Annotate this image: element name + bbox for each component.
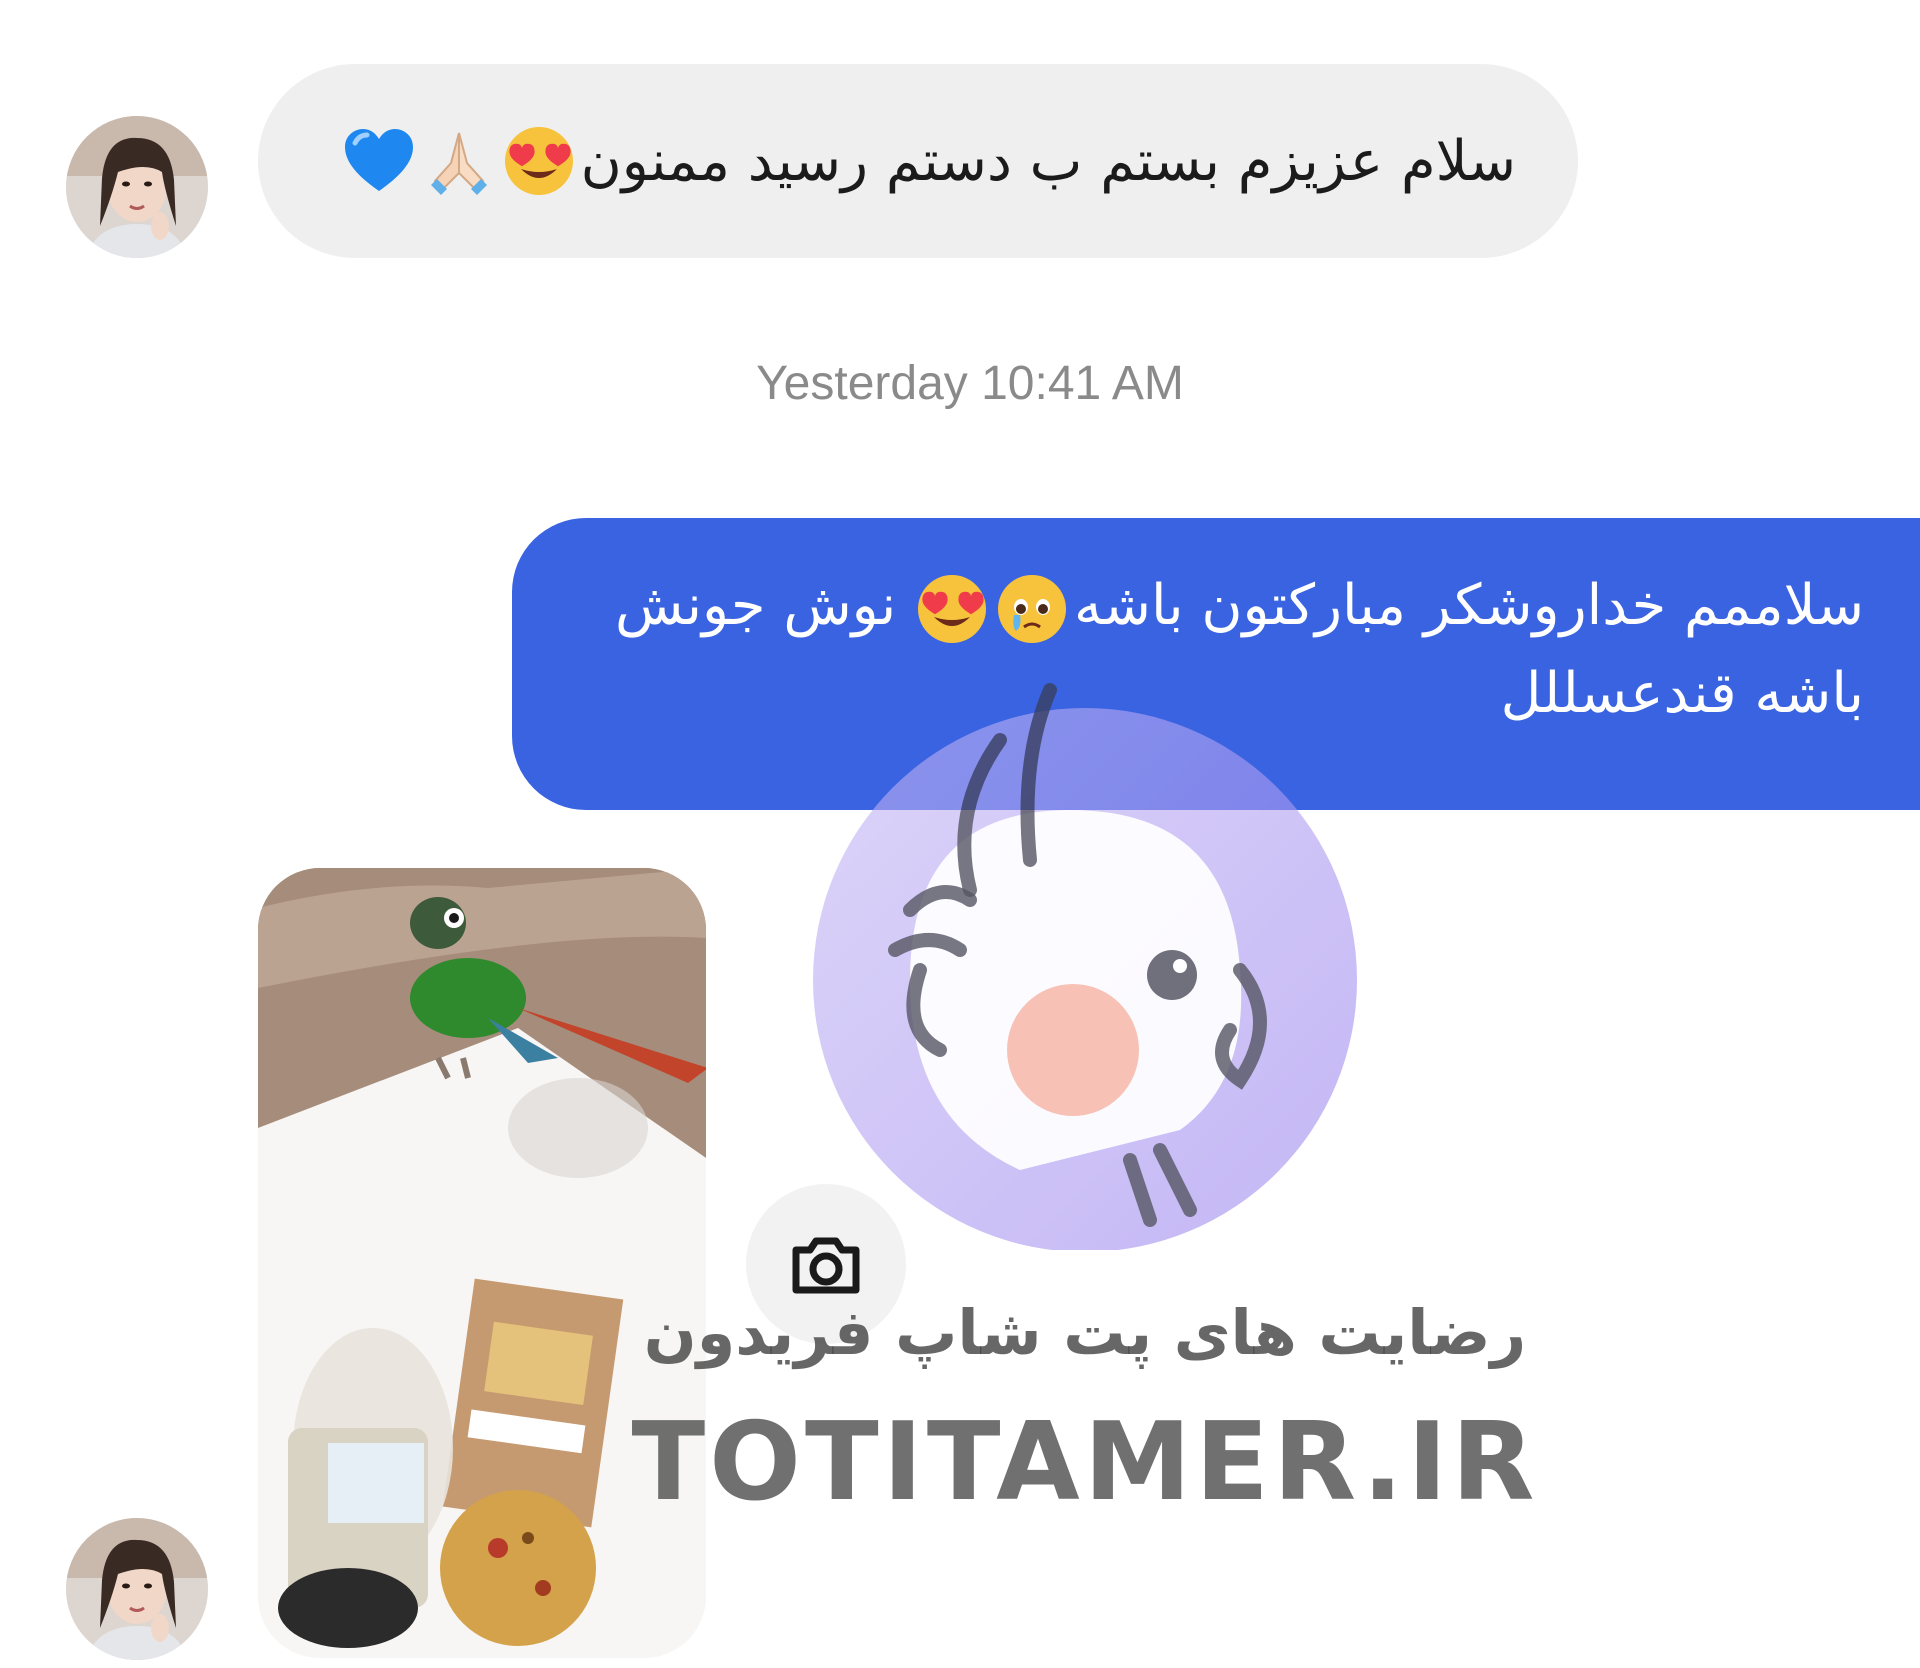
- folded-hands-icon: [421, 123, 497, 199]
- message-timestamp: Yesterday 10:41 AM: [756, 357, 1184, 410]
- watermark-title: رضایت های پت شاپ فریدون: [643, 1296, 1527, 1369]
- outgoing-message-text-1: سلاممم خداروشکر مبارکتون باشه: [1074, 573, 1864, 638]
- incoming-message-text: سلام عزیزم بستم ب دستم رسید ممنون: [580, 128, 1516, 194]
- sender-avatar[interactable]: [66, 116, 208, 258]
- incoming-message-bubble[interactable]: سلام عزیزم بستم ب دستم رسید ممنون: [258, 64, 1578, 258]
- parrot-photo: [258, 868, 706, 1658]
- blue-heart-icon: [341, 123, 417, 199]
- crying-face-icon: [994, 571, 1070, 647]
- outgoing-message-bubble[interactable]: سلاممم خداروشکر مبارکتون باشه نوش جونش ب…: [512, 518, 1920, 810]
- heart-eyes-icon: [501, 123, 577, 199]
- photo-message[interactable]: [258, 868, 706, 1658]
- avatar-photo: [66, 1518, 208, 1660]
- sender-avatar-bottom[interactable]: [66, 1518, 208, 1660]
- outgoing-message-text-3: باشه قندعسللل: [1500, 661, 1864, 726]
- outgoing-message-text-2: نوش جونش: [614, 573, 897, 638]
- outgoing-message-line-2: باشه قندعسللل: [568, 650, 1864, 738]
- camera-icon: [792, 1237, 860, 1294]
- avatar-photo: [66, 116, 208, 258]
- outgoing-message-line-1: سلاممم خداروشکر مبارکتون باشه نوش جونش: [568, 562, 1864, 650]
- heart-eyes-icon: [914, 571, 990, 647]
- watermark-domain: TOTITAMER.IR: [631, 1400, 1539, 1525]
